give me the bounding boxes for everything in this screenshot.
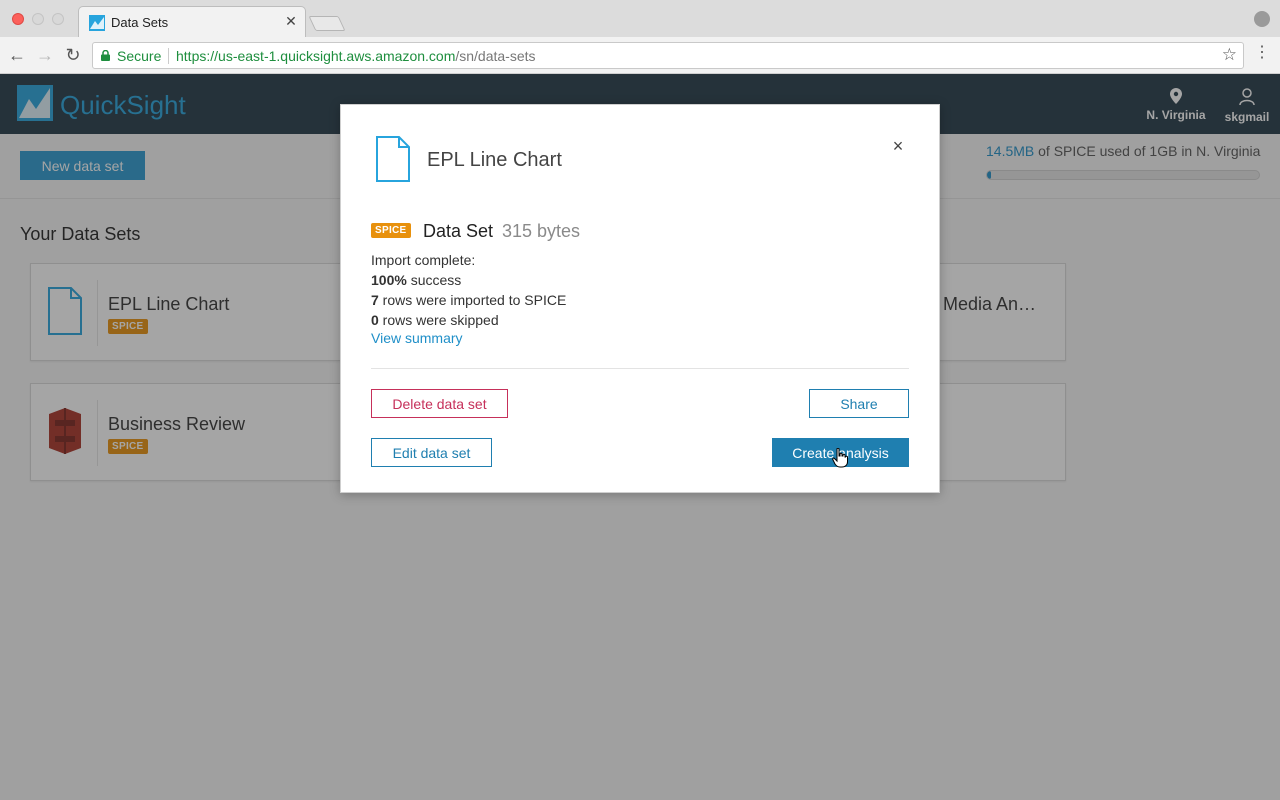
- share-button[interactable]: Share: [809, 389, 909, 418]
- imported-value: 7: [371, 292, 379, 308]
- url-host: us-east-1.quicksight.aws.amazon.com: [218, 48, 456, 64]
- edit-data-set-button[interactable]: Edit data set: [371, 438, 492, 467]
- back-arrow-icon[interactable]: ←: [6, 44, 28, 66]
- tab-title: Data Sets: [111, 15, 169, 30]
- view-summary-link[interactable]: View summary: [371, 330, 463, 346]
- document-icon: [376, 136, 410, 182]
- secure-label: Secure: [117, 48, 162, 64]
- browser-toolbar: ← → ↻ Secure https://us-east-1.quicksigh…: [0, 37, 1280, 74]
- modal-divider: [371, 368, 909, 369]
- rows-skipped: 0 rows were skipped: [371, 312, 499, 328]
- quicksight-favicon-icon: [89, 15, 105, 31]
- skipped-text: rows were skipped: [378, 312, 499, 328]
- window-minimize-button[interactable]: [32, 13, 44, 25]
- import-status: Import complete:: [371, 252, 476, 268]
- new-tab-button[interactable]: [308, 16, 346, 31]
- url-scheme: https://: [176, 48, 219, 64]
- tab-close-icon[interactable]: ✕: [283, 13, 299, 30]
- bookmark-star-icon[interactable]: ☆: [1222, 45, 1237, 65]
- url-text: https://us-east-1.quicksight.aws.amazon.…: [176, 48, 536, 64]
- delete-data-set-button[interactable]: Delete data set: [371, 389, 508, 418]
- forward-arrow-icon[interactable]: →: [34, 44, 56, 66]
- success-text: success: [406, 272, 462, 288]
- profile-icon[interactable]: [1254, 11, 1270, 27]
- import-success: 100% success: [371, 272, 461, 288]
- dataset-type-label: Data Set: [423, 221, 494, 241]
- window-zoom-button[interactable]: [52, 13, 64, 25]
- address-bar[interactable]: Secure https://us-east-1.quicksight.aws.…: [92, 42, 1244, 69]
- spice-badge: SPICE: [371, 223, 411, 238]
- success-value: 100%: [371, 272, 407, 288]
- rows-imported: 7 rows were imported to SPICE: [371, 292, 566, 308]
- lock-icon: [101, 50, 110, 61]
- close-icon[interactable]: ×: [889, 137, 907, 155]
- reload-icon[interactable]: ↻: [62, 44, 84, 66]
- browser-tab-data-sets[interactable]: Data Sets ✕: [78, 6, 306, 37]
- browser-menu-icon[interactable]: ⋮: [1254, 45, 1270, 61]
- imported-text: rows were imported to SPICE: [378, 292, 567, 308]
- omnibox-separator: [168, 48, 169, 64]
- skipped-value: 0: [371, 312, 379, 328]
- window-close-button[interactable]: [12, 13, 24, 25]
- dataset-details-modal: EPL Line Chart × SPICE Data Set 315 byte…: [340, 104, 940, 493]
- browser-titlebar: Data Sets ✕: [0, 0, 1280, 37]
- url-path: /sn/data-sets: [455, 48, 536, 64]
- hand-cursor-icon: [832, 448, 848, 468]
- modal-title: EPL Line Chart: [427, 149, 562, 171]
- dataset-size: 315 bytes: [502, 221, 581, 241]
